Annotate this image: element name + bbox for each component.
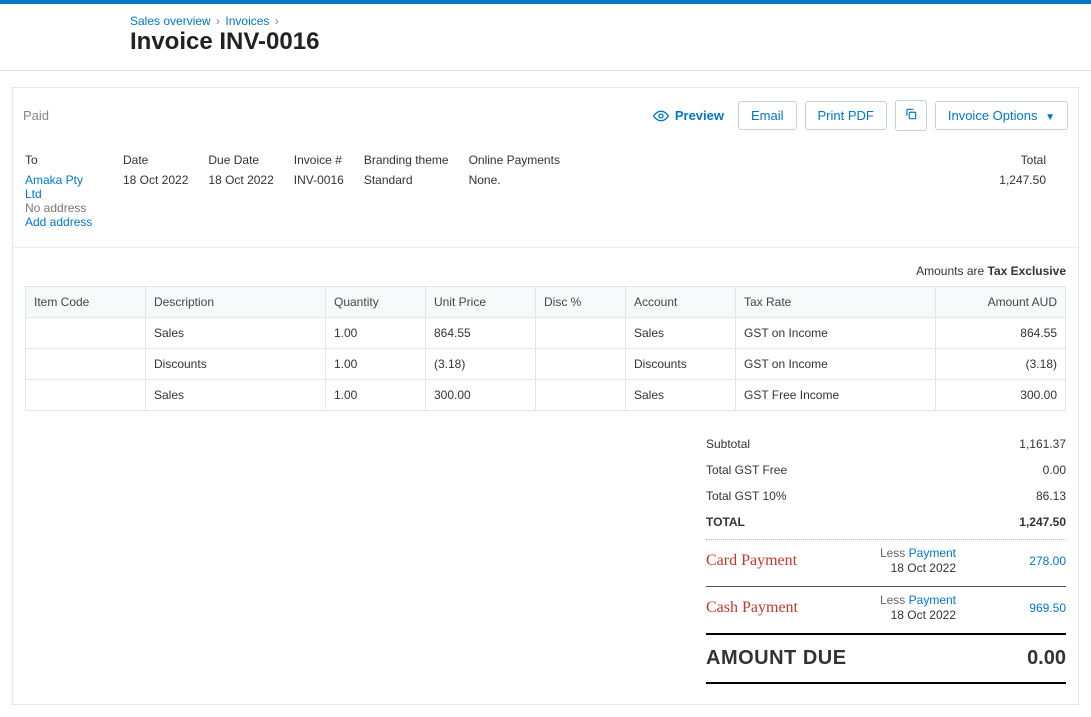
total-label: TOTAL: [706, 515, 745, 529]
cell-item_code: [26, 380, 146, 411]
cell-disc: [536, 318, 626, 349]
header-total-label: Total: [999, 153, 1046, 173]
cell-account: Sales: [626, 380, 736, 411]
cell-amount: 864.55: [936, 318, 1066, 349]
breadcrumb-sep: ›: [216, 14, 220, 28]
payment-row: Cash Payment Less Payment18 Oct 2022969.5…: [706, 591, 1066, 629]
totals-block: Subtotal 1,161.37 Total GST Free 0.00 To…: [706, 431, 1066, 684]
add-address-link[interactable]: Add address: [25, 215, 92, 229]
table-row: Sales1.00864.55SalesGST on Income864.55: [26, 318, 1066, 349]
gst-free-label: Total GST Free: [706, 463, 787, 477]
preview-label: Preview: [675, 108, 724, 123]
cell-description: Discounts: [146, 349, 326, 380]
col-item-code: Item Code: [26, 287, 146, 318]
col-account: Account: [626, 287, 736, 318]
to-label: To: [25, 153, 103, 173]
gst-value: 86.13: [956, 489, 1066, 503]
cell-amount: 300.00: [936, 380, 1066, 411]
page-title: Invoice INV-0016: [0, 28, 1091, 70]
col-tax-rate: Tax Rate: [736, 287, 936, 318]
col-amount: Amount AUD: [936, 287, 1066, 318]
invoice-status: Paid: [23, 108, 49, 123]
cell-description: Sales: [146, 318, 326, 349]
eye-icon: [653, 108, 669, 124]
table-row: Sales1.00300.00SalesGST Free Income300.0…: [26, 380, 1066, 411]
copy-icon: [904, 107, 918, 121]
cell-account: Sales: [626, 318, 736, 349]
chevron-down-icon: ▼: [1045, 112, 1055, 123]
invoice-options-label: Invoice Options: [948, 108, 1038, 123]
amount-due-value: 0.00: [1027, 647, 1066, 670]
total-value: 1,247.50: [956, 515, 1066, 529]
less-label: Less: [880, 546, 909, 560]
payment-row: Card Payment Less Payment18 Oct 2022278.0…: [706, 544, 1066, 582]
invoice-options-button[interactable]: Invoice Options ▼: [935, 101, 1068, 130]
col-disc: Disc %: [536, 287, 626, 318]
copy-button[interactable]: [895, 100, 927, 131]
branding-value: Standard: [364, 173, 449, 187]
cell-disc: [536, 349, 626, 380]
amount-due-label: AMOUNT DUE: [706, 647, 847, 670]
cell-amount: (3.18): [936, 349, 1066, 380]
cell-account: Discounts: [626, 349, 736, 380]
subtotal-label: Subtotal: [706, 437, 750, 451]
breadcrumb: Sales overview › Invoices ›: [0, 4, 1091, 28]
breadcrumb-sep: ›: [275, 14, 279, 28]
cell-unit_price: 864.55: [426, 318, 536, 349]
cell-unit_price: (3.18): [426, 349, 536, 380]
customer-link[interactable]: Amaka Pty Ltd: [25, 173, 83, 201]
payment-date: 18 Oct 2022: [891, 608, 956, 622]
table-row: Discounts1.00(3.18)DiscountsGST on Incom…: [26, 349, 1066, 380]
payment-link[interactable]: Payment: [909, 546, 956, 560]
less-label: Less: [880, 593, 909, 607]
payment-link[interactable]: Payment: [909, 593, 956, 607]
col-description: Description: [146, 287, 326, 318]
due-date-value: 18 Oct 2022: [208, 173, 273, 187]
cell-unit_price: 300.00: [426, 380, 536, 411]
col-quantity: Quantity: [326, 287, 426, 318]
cell-quantity: 1.00: [326, 380, 426, 411]
payment-date: 18 Oct 2022: [891, 561, 956, 575]
amounts-are-note: Amounts are Tax Exclusive: [13, 248, 1078, 286]
date-value: 18 Oct 2022: [123, 173, 188, 187]
cell-tax_rate: GST on Income: [736, 349, 936, 380]
invoice-no-value: INV-0016: [294, 173, 344, 187]
payment-amount[interactable]: 278.00: [956, 554, 1066, 568]
cell-quantity: 1.00: [326, 318, 426, 349]
preview-link[interactable]: Preview: [653, 108, 724, 124]
online-payments-value: None.: [469, 173, 560, 187]
breadcrumb-invoices[interactable]: Invoices: [225, 14, 269, 28]
no-address-text: No address: [25, 201, 103, 215]
gst-free-value: 0.00: [956, 463, 1066, 477]
payment-amount[interactable]: 969.50: [956, 601, 1066, 615]
line-items-table: Item Code Description Quantity Unit Pric…: [25, 286, 1066, 411]
cell-description: Sales: [146, 380, 326, 411]
subtotal-value: 1,161.37: [956, 437, 1066, 451]
invoice-no-label: Invoice #: [294, 153, 344, 173]
cell-disc: [536, 380, 626, 411]
print-pdf-button[interactable]: Print PDF: [805, 101, 887, 130]
email-button[interactable]: Email: [738, 101, 797, 130]
date-label: Date: [123, 153, 188, 173]
header-total-value: 1,247.50: [999, 173, 1046, 187]
branding-label: Branding theme: [364, 153, 449, 173]
payment-annotation: Cash Payment: [706, 599, 798, 617]
invoice-header-info: To Amaka Pty Ltd No address Add address …: [13, 143, 1078, 248]
cell-tax_rate: GST Free Income: [736, 380, 936, 411]
online-payments-label: Online Payments: [469, 153, 560, 173]
cell-quantity: 1.00: [326, 349, 426, 380]
due-date-label: Due Date: [208, 153, 273, 173]
cell-item_code: [26, 349, 146, 380]
cell-tax_rate: GST on Income: [736, 318, 936, 349]
breadcrumb-sales-overview[interactable]: Sales overview: [130, 14, 211, 28]
col-unit-price: Unit Price: [426, 287, 536, 318]
gst-label: Total GST 10%: [706, 489, 786, 503]
cell-item_code: [26, 318, 146, 349]
payment-annotation: Card Payment: [706, 552, 797, 570]
